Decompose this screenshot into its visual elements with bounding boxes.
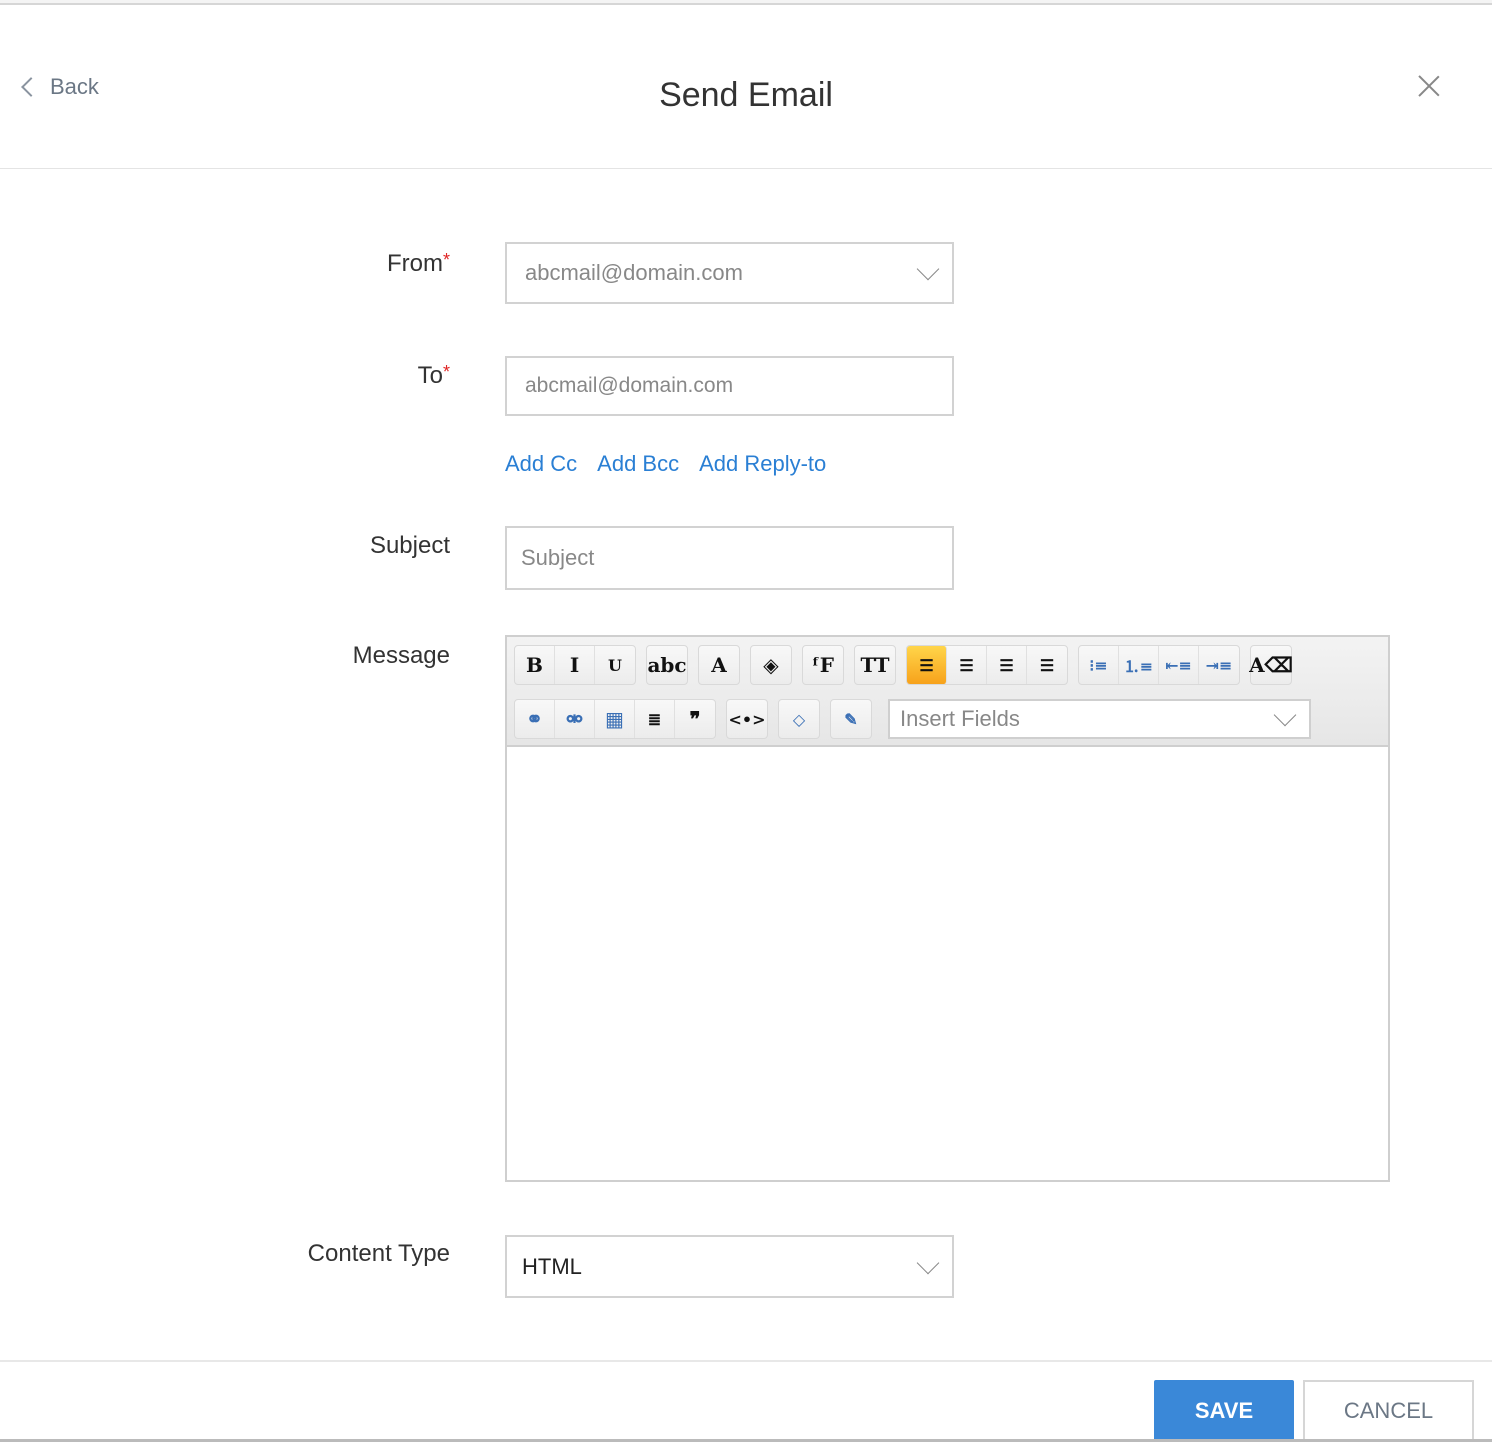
html-edit-icon[interactable]: ✎ <box>831 700 871 738</box>
subject-input[interactable]: Subject <box>505 526 954 590</box>
source-icon[interactable]: ◇ <box>779 700 819 738</box>
underline-icon[interactable]: U <box>595 646 635 684</box>
align-center-icon[interactable]: ☰ <box>1027 646 1067 684</box>
content-type-label: Content Type <box>307 1240 450 1267</box>
font-color-icon[interactable]: A <box>699 646 739 684</box>
required-marker: * <box>442 250 450 270</box>
subject-placeholder: Subject <box>521 545 595 570</box>
editor-toolbar: B I Uabc A ◈ ᶠF TT ☰ ☰ ☰ ☰ ⁝≡ ⒈≡ ⇤≡ ⇥≡ A⌫ ⚭ ⚮ ▦ ≣ ❞ <•> ◇ ✎ Ins… <box>507 637 1388 747</box>
insert-fields-select[interactable]: Insert Fields <box>888 699 1311 739</box>
insert-code-icon[interactable]: <•> <box>727 700 767 738</box>
align-justify-icon[interactable]: ☰ <box>987 646 1027 684</box>
indent-icon[interactable]: ⇥≡ <box>1199 646 1239 684</box>
footer-divider <box>0 1360 1492 1362</box>
background-color-icon[interactable]: ◈ <box>751 646 791 684</box>
clear-formatting-icon[interactable]: A⌫ <box>1249 646 1293 684</box>
toolbar-group: <•> <box>726 699 768 739</box>
content-type-value: HTML <box>522 1253 582 1279</box>
bulleted-list-icon[interactable]: ⁝≡ <box>1079 646 1119 684</box>
toolbar-row-1: B I Uabc A ◈ ᶠF TT ☰ ☰ ☰ ☰ ⁝≡ ⒈≡ ⇤≡ ⇥≡ A⌫ <box>514 644 1388 686</box>
add-cc-link[interactable]: Add Cc <box>505 451 577 477</box>
subject-label: Subject <box>369 532 450 559</box>
toolbar-group: TT <box>854 645 896 685</box>
toolbar-group: ⚭ ⚮ ▦ ≣ ❞ <box>514 699 716 739</box>
strikethrough-icon[interactable]: abc <box>647 646 687 684</box>
message-editor: B I Uabc A ◈ ᶠF TT ☰ ☰ ☰ ☰ ⁝≡ ⒈≡ ⇤≡ ⇥≡ A⌫ ⚭ ⚮ ▦ ≣ ❞ <•> ◇ ✎ Ins… <box>505 635 1390 1182</box>
toolbar-group: ✎ <box>830 699 872 739</box>
italic-icon[interactable]: I <box>555 646 595 684</box>
font-size-icon[interactable]: TT <box>855 646 895 684</box>
chevron-down-icon <box>916 1251 940 1274</box>
align-right-icon[interactable]: ☰ <box>947 646 987 684</box>
to-input[interactable]: abcmail@domain.com <box>505 356 954 416</box>
toolbar-group: ◇ <box>778 699 820 739</box>
numbered-list-icon[interactable]: ⒈≡ <box>1119 646 1159 684</box>
toolbar-group: ◈ <box>750 645 792 685</box>
recipient-links: Add Cc Add Bcc Add Reply-to <box>505 451 826 477</box>
align-left-icon[interactable]: ☰ <box>907 646 947 684</box>
message-body[interactable] <box>507 747 1388 1180</box>
to-label: To* <box>418 362 450 390</box>
from-label: From* <box>387 250 450 278</box>
toolbar-group: BIU <box>514 645 636 685</box>
content-type-select[interactable]: HTML <box>505 1235 954 1298</box>
save-button[interactable]: SAVE <box>1154 1380 1294 1442</box>
add-bcc-link[interactable]: Add Bcc <box>597 451 679 477</box>
from-select[interactable]: abcmail@domain.com <box>505 242 954 304</box>
chevron-down-icon <box>916 257 940 281</box>
bold-icon[interactable]: B <box>515 646 555 684</box>
toolbar-group: ⁝≡ ⒈≡ ⇤≡ ⇥≡ <box>1078 645 1240 685</box>
add-reply-to-link[interactable]: Add Reply-to <box>699 451 826 477</box>
toolbar-row-2: ⚭ ⚮ ▦ ≣ ❞ <•> ◇ ✎ Insert Fields <box>514 698 1388 740</box>
outdent-icon[interactable]: ⇤≡ <box>1159 646 1199 684</box>
from-value: abcmail@domain.com <box>525 260 743 285</box>
to-label-text: To <box>417 362 443 389</box>
line-height-icon[interactable]: ≣ <box>635 700 675 738</box>
chevron-down-icon <box>1273 703 1297 727</box>
from-label-text: From <box>386 250 443 277</box>
link-icon[interactable]: ⚭ <box>515 700 555 738</box>
required-marker: * <box>442 362 450 382</box>
close-icon[interactable] <box>1414 70 1444 100</box>
message-label: Message <box>352 642 450 669</box>
unlink-icon[interactable]: ⚮ <box>555 700 595 738</box>
page-title: Send Email <box>659 76 833 114</box>
toolbar-group: A⌫ <box>1249 645 1293 685</box>
to-value: abcmail@domain.com <box>525 374 734 397</box>
font-family-icon[interactable]: ᶠF <box>803 646 843 684</box>
toolbar-group: ☰ ☰ ☰ ☰ <box>906 645 1068 685</box>
toolbar-group: abc <box>646 645 688 685</box>
top-border <box>0 0 1492 5</box>
header-divider <box>0 168 1492 169</box>
cancel-button[interactable]: CANCEL <box>1303 1380 1474 1442</box>
blockquote-icon[interactable]: ❞ <box>675 700 715 738</box>
toolbar-group: ᶠF <box>802 645 844 685</box>
insert-fields-placeholder: Insert Fields <box>900 706 1020 731</box>
table-icon[interactable]: ▦ <box>595 700 635 738</box>
toolbar-group: A <box>698 645 740 685</box>
